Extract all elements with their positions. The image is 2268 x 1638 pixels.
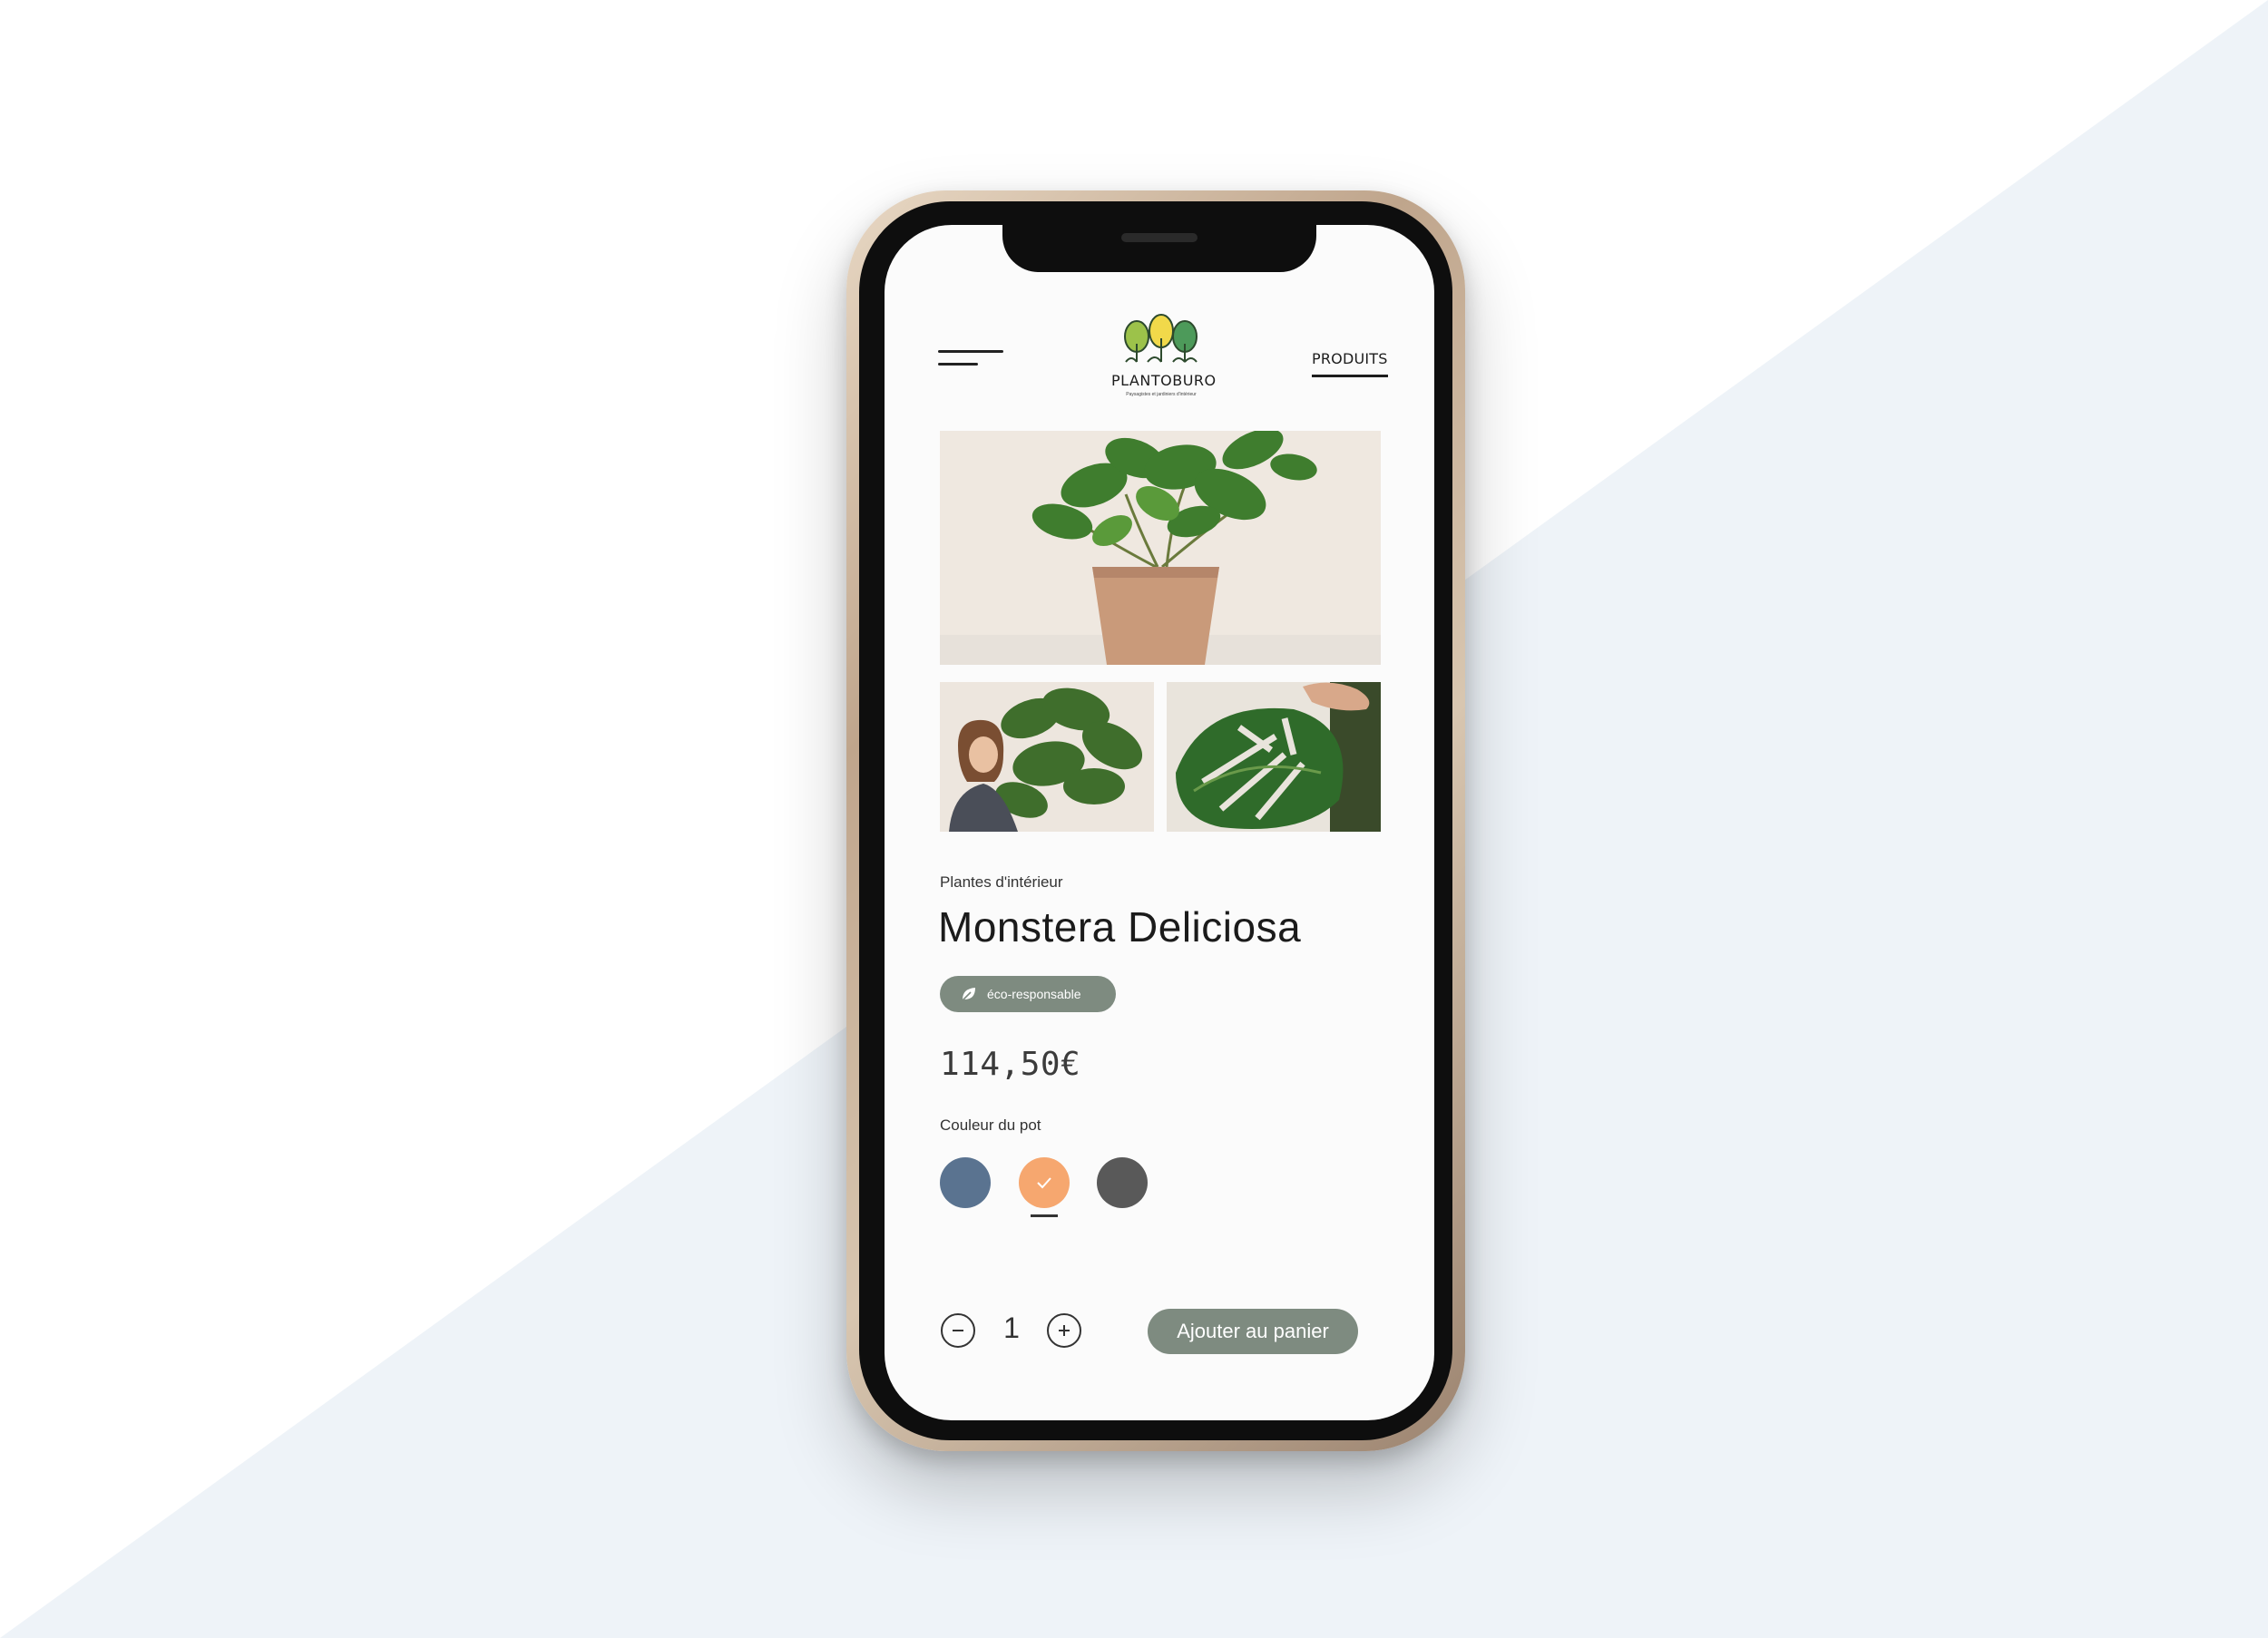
minus-circle-icon (953, 1330, 963, 1331)
pot-color-blue-swatch[interactable] (940, 1157, 991, 1208)
product-main-image (940, 431, 1381, 665)
logo-tagline: Paysagistes et jardiniers d'intérieur (1126, 392, 1197, 397)
menu-line-bottom (938, 363, 978, 366)
nav-products-link[interactable]: PRODUITS (1312, 350, 1388, 377)
pot-color-gray-swatch[interactable] (1097, 1157, 1148, 1208)
eco-badge-label: éco-responsable (987, 987, 1081, 1001)
product-price: 114,50€ (940, 1046, 1081, 1083)
hamburger-menu-icon[interactable] (938, 346, 1003, 370)
plus-circle-icon (1059, 1325, 1070, 1336)
pot-color-orange-swatch[interactable] (1019, 1157, 1070, 1208)
quantity-increase-button[interactable] (1047, 1313, 1081, 1348)
selected-swatch-indicator (1031, 1214, 1058, 1217)
trees-logo-icon (1124, 314, 1198, 363)
phone-speaker (1121, 233, 1198, 242)
product-thumbnail-woman[interactable] (940, 682, 1154, 832)
quantity-decrease-button[interactable] (941, 1313, 975, 1348)
pot-color-label: Couleur du pot (940, 1116, 1041, 1134)
product-title: Monstera Deliciosa (938, 903, 1302, 951)
product-category: Plantes d'intérieur (940, 873, 1063, 891)
logo-name: PLANTOBURO (1111, 372, 1217, 389)
phone-notch (1002, 218, 1316, 272)
plantoburo-logo[interactable]: PLANTOBURO Paysagistes et jardiniers d'i… (1111, 311, 1217, 405)
quantity-value[interactable]: 1 (1002, 1311, 1022, 1345)
menu-line-top (938, 350, 1003, 353)
eco-badge: éco-responsable (940, 976, 1116, 1012)
check-icon (1037, 1177, 1051, 1189)
leaf-icon (962, 988, 975, 1001)
add-to-cart-button[interactable]: Ajouter au panier (1148, 1309, 1358, 1354)
product-thumbnail-leaf[interactable] (1167, 682, 1381, 832)
